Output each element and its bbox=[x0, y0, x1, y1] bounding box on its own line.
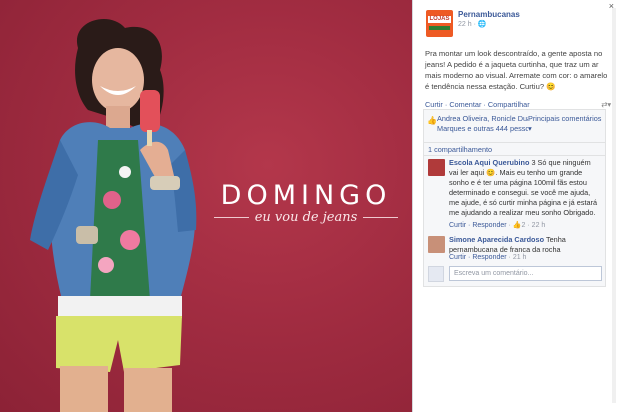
page-avatar[interactable]: LOJAS bbox=[426, 10, 453, 37]
comment-item: Simone Aparecida Cardoso Tenha pernambuc… bbox=[449, 235, 601, 255]
page-avatar-text: LOJAS bbox=[428, 16, 451, 23]
comment-link[interactable]: Comentar bbox=[449, 100, 481, 109]
ad-subtitle: eu vou de jeans bbox=[254, 210, 358, 225]
commenter-avatar[interactable] bbox=[428, 236, 445, 253]
facebook-photo-viewer: DOMINGO eu vou de jeans × LOJAS Pernambu… bbox=[0, 0, 620, 412]
ad-title: DOMINGO bbox=[220, 180, 392, 211]
comment-input[interactable]: Escreva um comentário... bbox=[449, 266, 602, 281]
divider bbox=[423, 142, 606, 143]
comment-meta: Curtir · Responder · 21 h bbox=[449, 254, 527, 261]
comment-item: Escola Aqui Querubino 3 Só que ninguém v… bbox=[449, 158, 601, 218]
ad-rule-right bbox=[363, 217, 399, 218]
commenter-avatar[interactable] bbox=[428, 159, 445, 176]
page-name-link[interactable]: Pernambucanas bbox=[458, 10, 520, 19]
comment-like-thumb-icon: 👍 bbox=[512, 222, 522, 229]
ad-photo[interactable]: DOMINGO eu vou de jeans bbox=[0, 0, 412, 412]
like-link[interactable]: Curtir bbox=[425, 100, 443, 109]
share-link[interactable]: Compartilhar bbox=[488, 100, 530, 109]
share-options-icon[interactable]: ⇄▾ bbox=[601, 100, 611, 109]
comment-reply-links[interactable]: Curtir · Responder bbox=[449, 254, 507, 261]
ad-subtitle-row: eu vou de jeans bbox=[214, 210, 399, 225]
page-avatar-strip bbox=[429, 26, 450, 30]
scrollbar[interactable] bbox=[612, 8, 616, 403]
shares-link[interactable]: 1 compartilhamento bbox=[428, 145, 492, 154]
ad-rule-left bbox=[214, 217, 249, 218]
post-time[interactable]: 22 h · 🌐 bbox=[458, 20, 487, 28]
comment-like-count: 2 bbox=[521, 222, 526, 229]
comment-author[interactable]: Simone Aparecida Cardoso bbox=[449, 235, 544, 244]
comment-time[interactable]: 22 h bbox=[532, 222, 546, 229]
comment-meta: Curtir · Responder · 👍2 · 22 h bbox=[449, 222, 546, 229]
comment-time[interactable]: 21 h bbox=[513, 254, 527, 261]
ad-brand: DOMINGO eu vou de jeans bbox=[214, 180, 399, 225]
like-thumb-icon: 👍 bbox=[427, 116, 437, 125]
user-avatar bbox=[428, 266, 444, 282]
comment-author[interactable]: Escola Aqui Querubino bbox=[449, 158, 529, 167]
divider bbox=[423, 155, 606, 156]
post-actions: Curtir · Comentar · Compartilhar ⇄▾ bbox=[425, 100, 611, 109]
post-text: Pra montar um look descontraído, a gente… bbox=[425, 49, 608, 91]
top-comments-dropdown[interactable]: Principais comentários ▾ bbox=[528, 114, 602, 134]
comment-reply-links[interactable]: Curtir · Responder bbox=[449, 222, 507, 229]
